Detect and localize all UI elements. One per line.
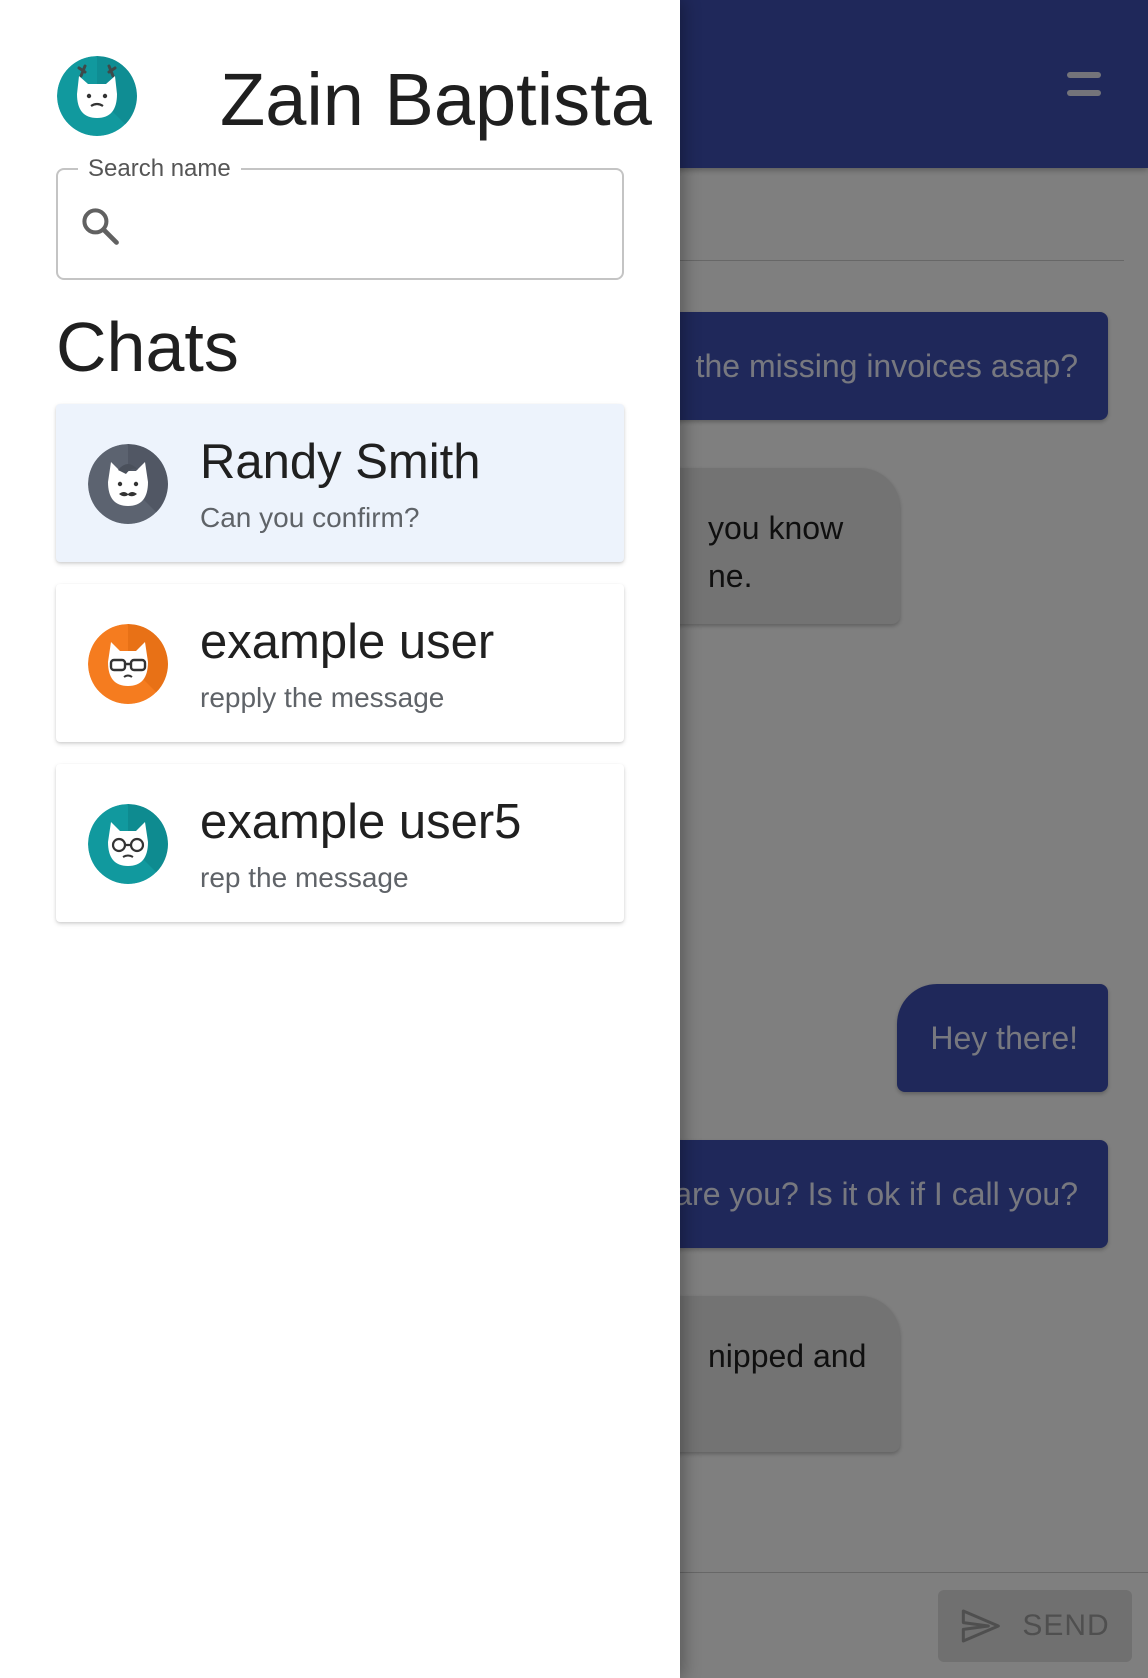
chat-list-item[interactable]: Randy Smith Can you confirm? [56,404,624,562]
chats-heading: Chats [56,308,239,386]
user-avatar[interactable] [57,56,137,136]
chat-preview: rep the message [200,862,409,893]
search-label: Search name [78,154,241,184]
orange-cat-glasses-avatar [88,624,168,704]
chat-name: example user5 [200,795,522,849]
teal-cat-antlers-avatar-icon [57,56,137,136]
user-name: Zain Baptista [220,58,652,141]
chat-preview: repply the message [200,682,445,713]
chat-name: Randy Smith [200,435,481,489]
chats-drawer: Zain Baptista Search name Chats Randy Sm… [0,0,680,1678]
search-input[interactable] [138,192,598,256]
gray-cat-mustache-avatar [88,444,168,524]
search-icon [82,208,119,245]
teal-cat-round-glasses-avatar [88,804,168,884]
chat-preview: Can you confirm? [200,502,420,533]
search-field[interactable]: Search name [56,154,624,280]
chat-list-item[interactable]: example user5 rep the message [56,764,624,922]
chat-name: example user [200,615,495,669]
chat-list-item[interactable]: example user repply the message [56,584,624,742]
